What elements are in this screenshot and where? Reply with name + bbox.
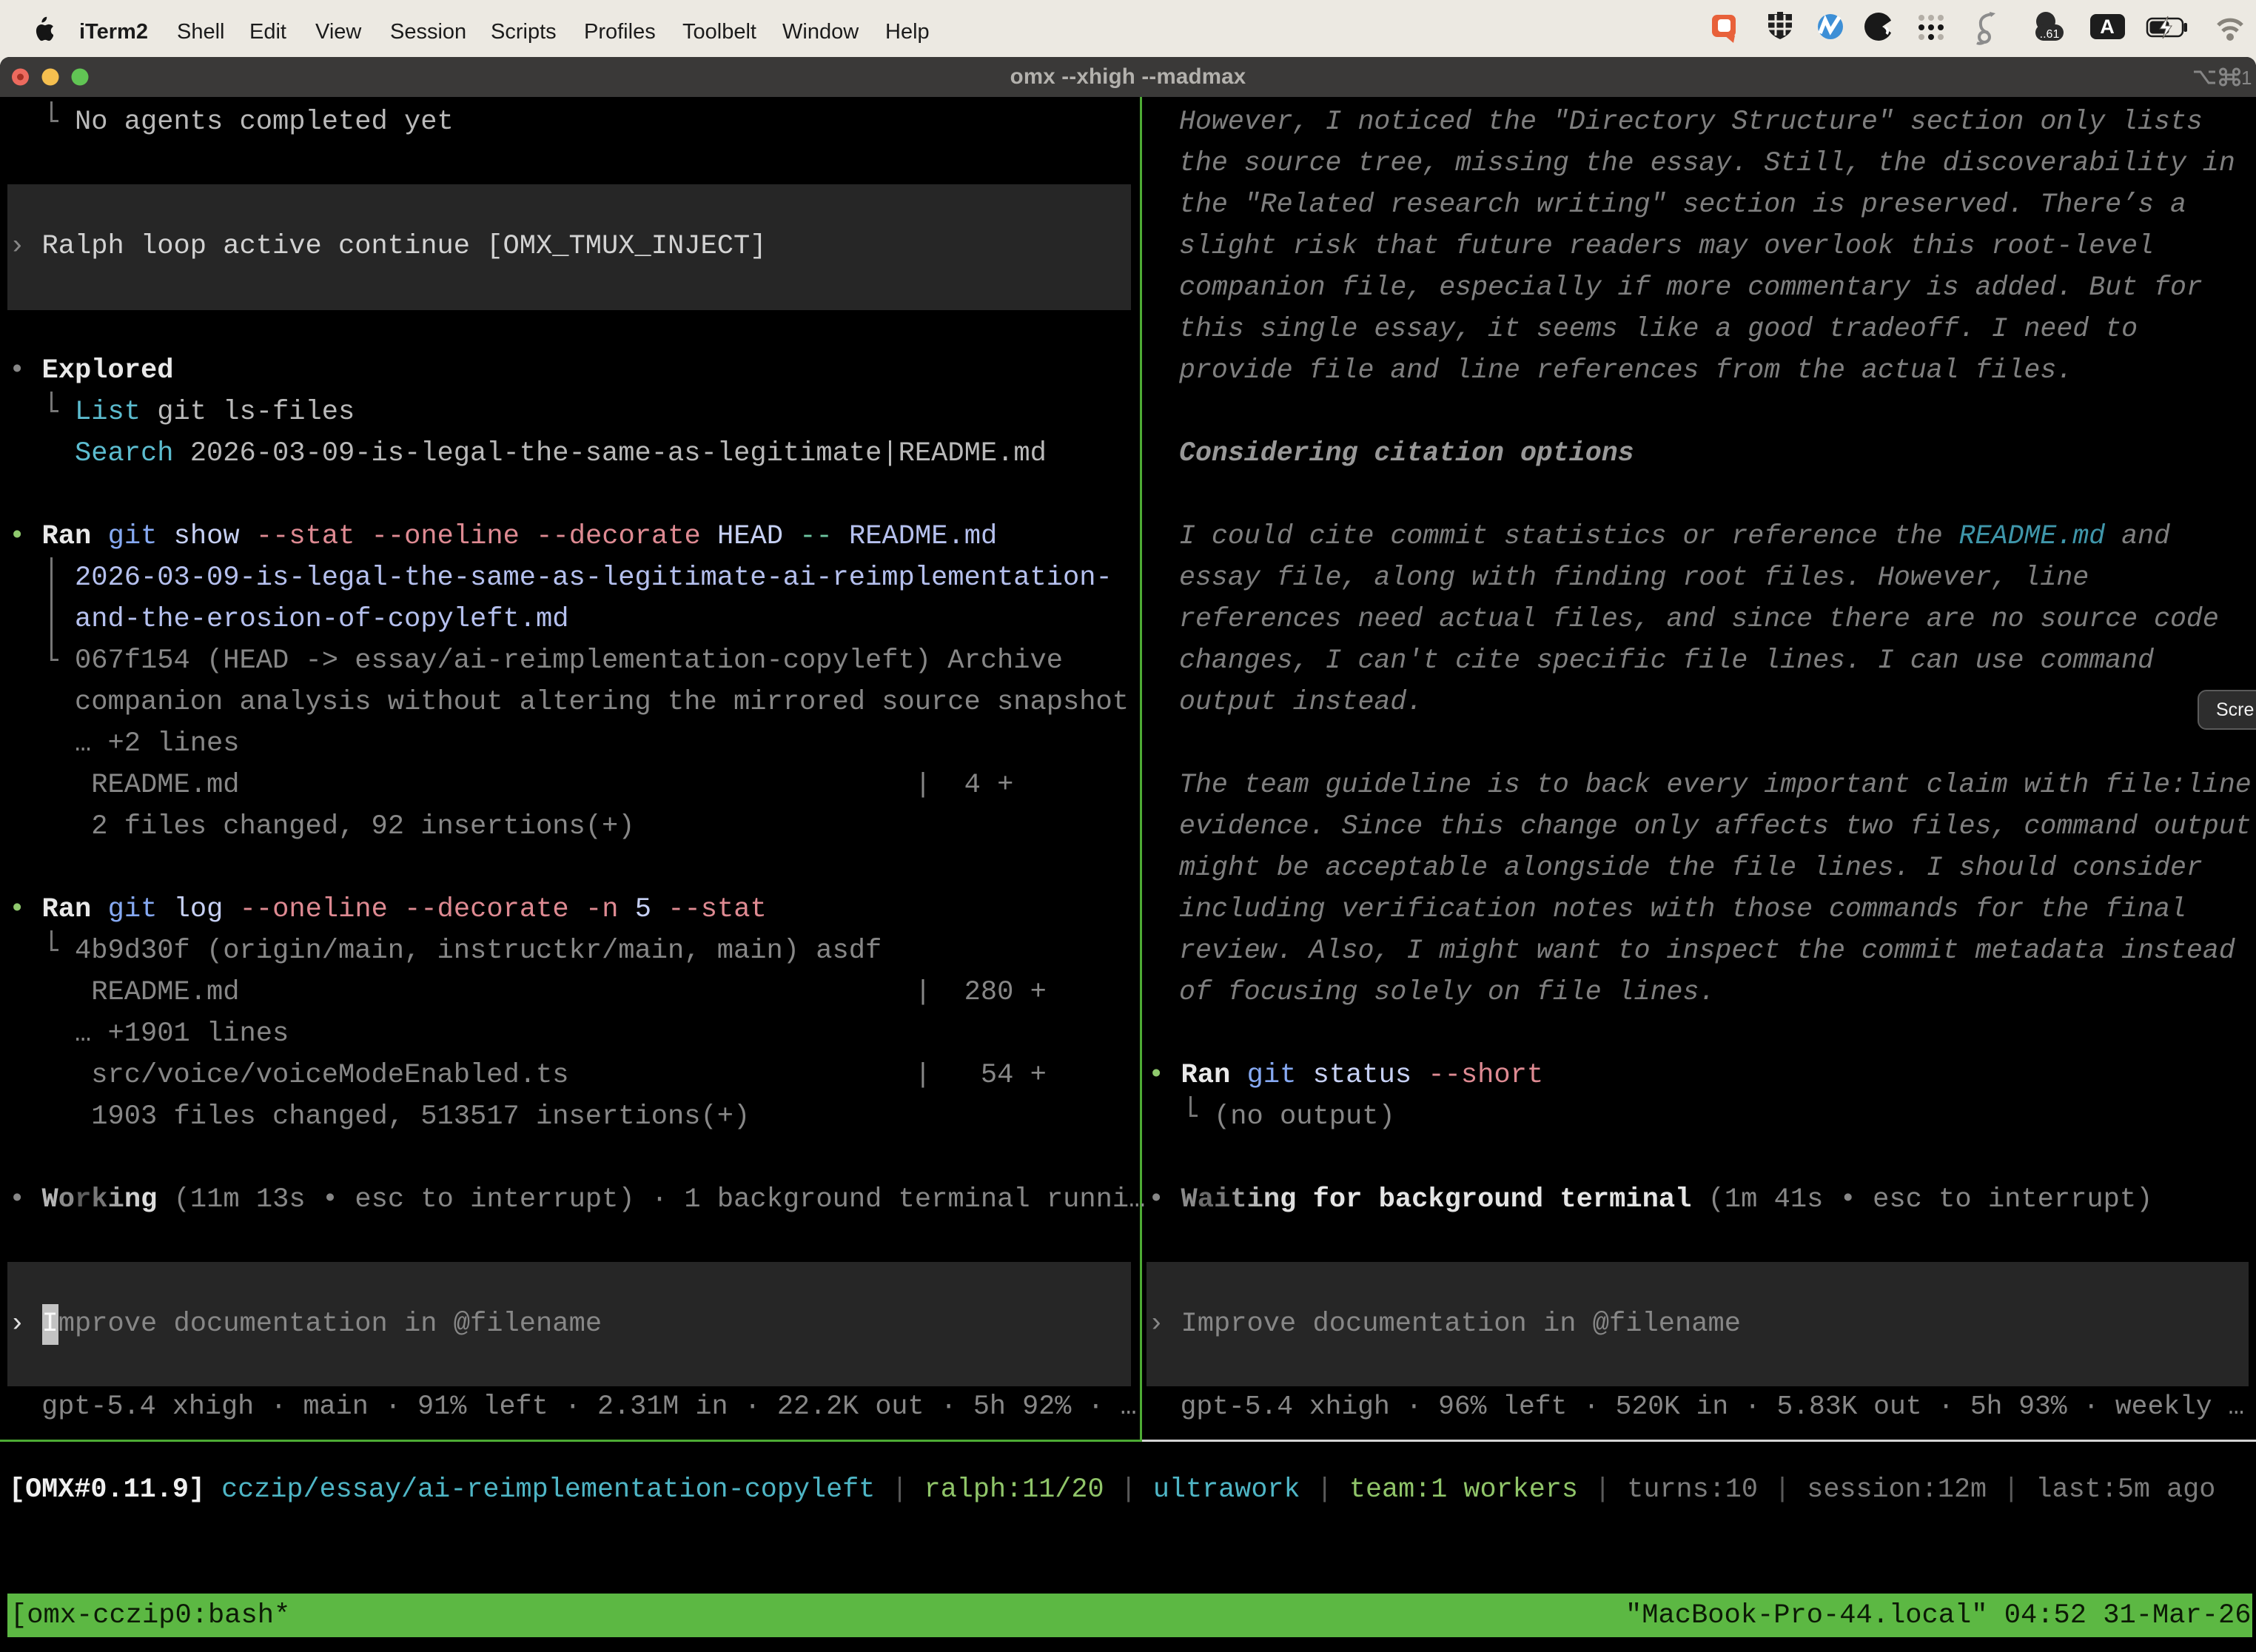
svg-text:A: A	[2100, 16, 2115, 38]
svg-text:1: 1	[2241, 67, 2252, 87]
svg-text:..61: ..61	[2040, 28, 2060, 41]
